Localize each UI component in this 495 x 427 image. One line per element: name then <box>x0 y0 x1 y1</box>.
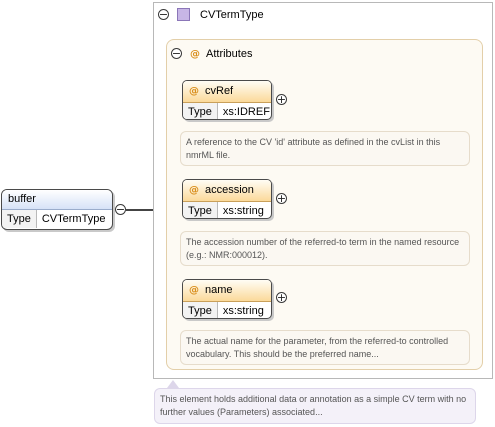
attribute-box-cvref[interactable]: @ cvRef Type xs:IDREF <box>182 80 272 120</box>
name-expand-button[interactable]: + <box>276 292 287 303</box>
minus-icon: − <box>171 47 182 60</box>
connector-line <box>126 209 154 211</box>
attributes-group-header: @ Attributes <box>190 47 252 62</box>
attribute-icon: @ <box>189 185 199 196</box>
attribute-name: name <box>205 284 233 296</box>
cvref-expand-button[interactable]: + <box>276 94 287 105</box>
complex-type-name: CVTermType <box>200 9 264 21</box>
plus-icon: + <box>276 93 287 106</box>
attribute-box-name[interactable]: @ name Type xs:string <box>182 279 272 319</box>
attribute-doc-accession: The accession number of the referred-to … <box>180 231 470 266</box>
attribute-type-value: xs:IDREF <box>222 106 270 118</box>
minus-icon: − <box>115 203 126 216</box>
plus-icon: + <box>276 291 287 304</box>
attribute-type-value: xs:string <box>222 305 264 317</box>
attribute-icon: @ <box>190 49 200 60</box>
attribute-icon: @ <box>189 86 199 97</box>
type-doc-pointer <box>167 380 179 388</box>
attributes-collapse-button[interactable]: − <box>171 48 182 59</box>
attribute-box-accession[interactable]: @ accession Type xs:string <box>182 179 272 219</box>
plus-icon: + <box>276 192 287 205</box>
buffer-type-value: CVTermType <box>41 213 106 225</box>
attributes-group-label: Attributes <box>206 48 253 60</box>
buffer-collapse-button[interactable]: − <box>115 204 126 215</box>
buffer-type-label: Type <box>2 210 37 228</box>
accession-expand-button[interactable]: + <box>276 193 287 204</box>
attribute-type-value: xs:string <box>222 205 264 217</box>
attribute-type-label: Type <box>183 302 218 318</box>
attribute-type-label: Type <box>183 103 218 119</box>
attribute-type-label: Type <box>183 202 218 218</box>
complex-type-collapse-button[interactable]: − <box>158 9 169 20</box>
attribute-doc-name: The actual name for the parameter, from … <box>180 330 470 365</box>
type-doc: This element holds additional data or an… <box>154 388 476 424</box>
attribute-name: cvRef <box>205 85 234 97</box>
complex-type-icon <box>177 8 190 21</box>
buffer-element-name: buffer <box>2 190 112 210</box>
buffer-element-box[interactable]: buffer Type CVTermType <box>1 189 113 230</box>
attribute-icon: @ <box>189 285 199 296</box>
attribute-doc-cvref: A reference to the CV 'id' attribute as … <box>180 131 470 166</box>
minus-icon: − <box>158 8 169 21</box>
attribute-name: accession <box>205 184 254 196</box>
